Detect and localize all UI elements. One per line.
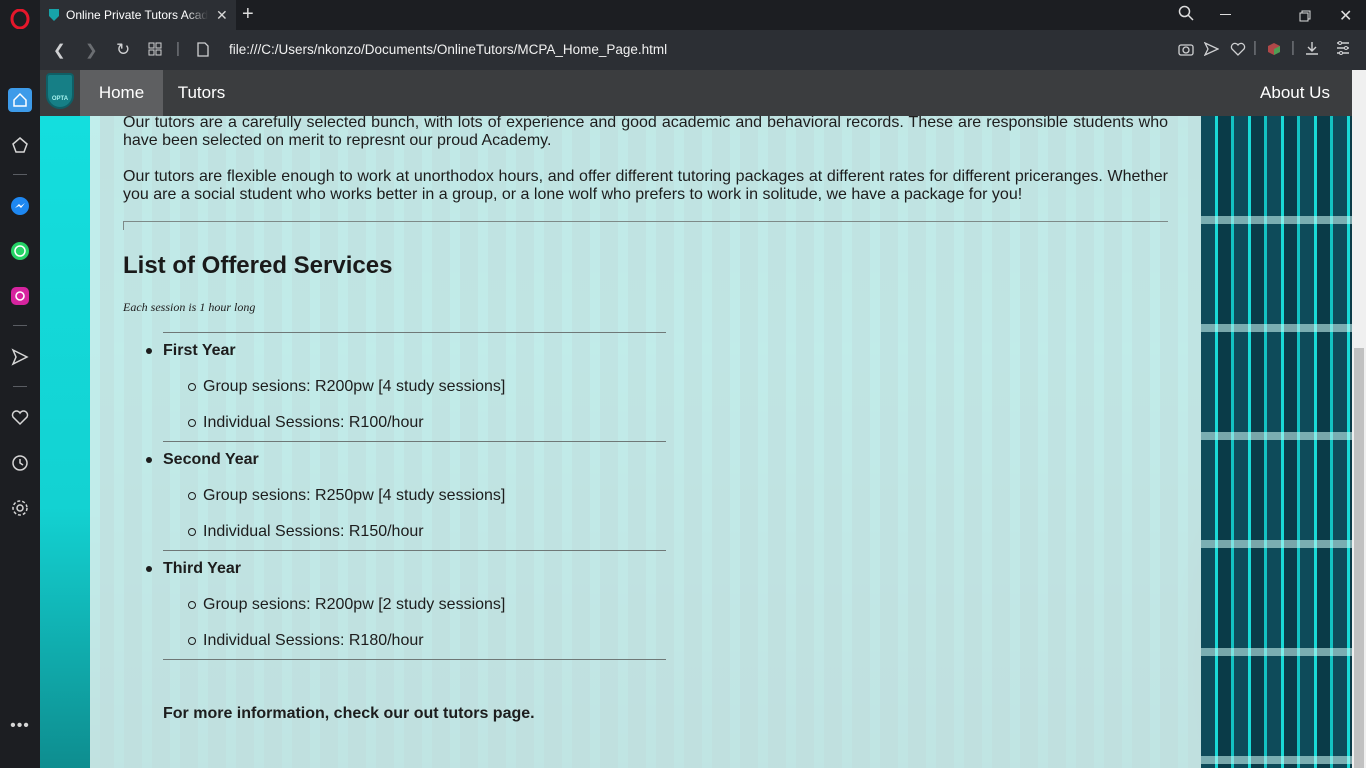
settings-gear-icon[interactable]	[8, 496, 32, 520]
back-icon[interactable]: ❮	[53, 41, 66, 59]
site-logo[interactable]: OPTA	[46, 73, 74, 109]
speed-dial-icon[interactable]	[8, 88, 32, 112]
main-content: Our tutors are a carefully selected bunc…	[123, 116, 1168, 723]
forward-icon[interactable]: ❯	[85, 41, 98, 59]
nav-home-link[interactable]: Home	[80, 70, 163, 116]
browser-tab[interactable]: Online Private Tutors Academy ✕	[40, 0, 236, 30]
background-bookshelf-image	[1201, 116, 1352, 768]
search-tabs-icon[interactable]	[1178, 5, 1194, 26]
send-to-flow-icon[interactable]	[1203, 41, 1220, 60]
section-divider	[123, 221, 1168, 230]
individual-session-item: Individual Sessions: R100/hour	[188, 414, 666, 432]
scrollbar-thumb[interactable]	[1354, 348, 1364, 768]
url-field[interactable]: file:///C:/Users/nkonzo/Documents/Online…	[229, 42, 667, 57]
individual-session-item: Individual Sessions: R180/hour	[188, 632, 666, 650]
heart-icon[interactable]	[8, 406, 32, 430]
opera-logo-icon[interactable]	[8, 7, 32, 31]
year-name: First Year	[146, 342, 666, 360]
tab-favicon-icon	[49, 9, 59, 21]
content-panel: Our tutors are a carefully selected bunc…	[90, 116, 1201, 768]
year-name: Third Year	[146, 560, 666, 578]
file-page-icon	[197, 42, 209, 61]
tutors-paragraph: Our tutors are a carefully selected bunc…	[123, 116, 1168, 149]
bookmarks-icon[interactable]	[8, 133, 32, 157]
session-note: Each session is 1 hour long	[123, 300, 256, 314]
list-item-first-year: First Year Group sesions: R200pw [4 stud…	[146, 332, 666, 432]
list-divider	[163, 659, 666, 660]
tab-bar: Online Private Tutors Academy ✕ + ✕	[40, 0, 1366, 30]
flow-send-icon[interactable]	[8, 345, 32, 369]
downloads-icon[interactable]	[1305, 41, 1319, 60]
group-session-item: Group sesions: R250pw [4 study sessions]	[188, 487, 666, 505]
toolbar-separator: |	[1253, 39, 1257, 56]
new-tab-icon[interactable]: +	[242, 3, 254, 25]
more-info-text: For more information, check our out tuto…	[163, 705, 535, 722]
nav-tutors-link[interactable]: Tutors	[163, 70, 240, 116]
packages-paragraph: Our tutors are flexible enough to work a…	[123, 168, 1168, 203]
extension-cube-icon[interactable]	[1267, 42, 1281, 60]
reload-icon[interactable]: ↻	[116, 40, 130, 60]
address-bar: ❮ ❯ ↻ | file:///C:/Users/nkonzo/Document…	[40, 30, 1366, 70]
whatsapp-icon[interactable]	[8, 239, 32, 263]
restore-icon[interactable]	[1299, 9, 1311, 27]
more-options-icon[interactable]: •••	[8, 714, 32, 738]
messenger-icon[interactable]	[8, 194, 32, 218]
page-scrollbar[interactable]	[1352, 70, 1366, 768]
tab-close-icon[interactable]: ✕	[216, 7, 228, 24]
instagram-icon[interactable]	[8, 284, 32, 308]
page-viewport: OPTA Home Tutors About Us Our tutors are…	[40, 70, 1352, 768]
site-navbar: OPTA Home Tutors About Us	[40, 70, 1352, 116]
individual-session-item: Individual Sessions: R150/hour	[188, 523, 666, 541]
list-item-third-year: Third Year Group sesions: R200pw [2 stud…	[146, 550, 666, 650]
services-list: First Year Group sesions: R200pw [4 stud…	[146, 332, 666, 660]
year-name: Second Year	[146, 451, 666, 469]
services-heading: List of Offered Services	[123, 252, 393, 279]
tab-title: Online Private Tutors Academy	[66, 8, 208, 22]
group-session-item: Group sesions: R200pw [4 study sessions]	[188, 378, 666, 396]
snapshot-camera-icon[interactable]	[1178, 42, 1194, 60]
history-icon[interactable]	[8, 451, 32, 475]
window-close-icon[interactable]: ✕	[1339, 6, 1352, 26]
tabs-grid-icon[interactable]	[148, 42, 162, 60]
bookmark-heart-icon[interactable]	[1230, 42, 1246, 60]
nav-about-link[interactable]: About Us	[1238, 70, 1352, 116]
easy-setup-menu-icon[interactable]	[1336, 41, 1350, 59]
address-separator: |	[176, 40, 180, 57]
group-session-item: Group sesions: R200pw [2 study sessions]	[188, 596, 666, 614]
list-item-second-year: Second Year Group sesions: R250pw [4 stu…	[146, 441, 666, 541]
toolbar-separator-2: |	[1291, 39, 1295, 56]
minimize-icon[interactable]	[1220, 14, 1231, 15]
browser-sidebar: •••	[0, 0, 40, 768]
